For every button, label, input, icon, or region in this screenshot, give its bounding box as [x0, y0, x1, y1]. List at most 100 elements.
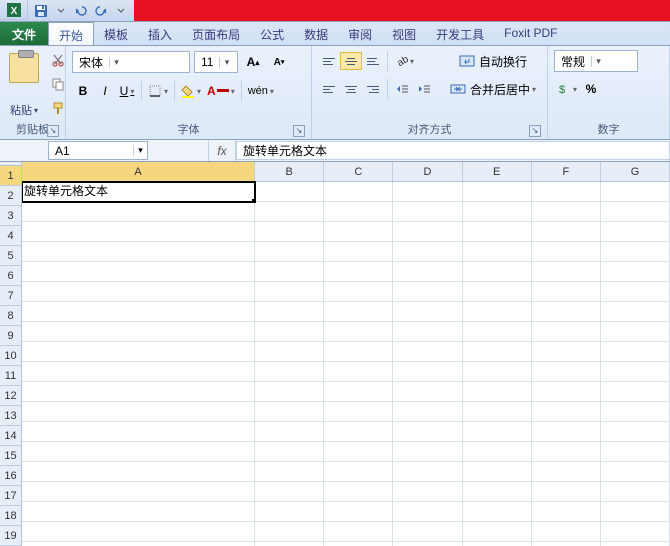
- column-header[interactable]: D: [393, 162, 462, 181]
- cell[interactable]: [22, 482, 255, 502]
- column-header[interactable]: E: [463, 162, 532, 181]
- cell[interactable]: [255, 542, 324, 546]
- tab-file[interactable]: 文件: [0, 22, 48, 45]
- cell[interactable]: [393, 222, 462, 242]
- cell[interactable]: [393, 282, 462, 302]
- cell[interactable]: [255, 202, 324, 222]
- tab-view[interactable]: 视图: [382, 22, 426, 45]
- paste-label[interactable]: 粘贴▾: [10, 102, 38, 118]
- cell[interactable]: [255, 322, 324, 342]
- copy-icon[interactable]: [48, 74, 68, 94]
- cell[interactable]: [463, 182, 532, 202]
- cell[interactable]: [393, 382, 462, 402]
- merge-center-button[interactable]: 合并后居中▾: [445, 78, 541, 100]
- cell[interactable]: [255, 242, 324, 262]
- cell[interactable]: [324, 502, 393, 522]
- column-header[interactable]: G: [601, 162, 670, 181]
- cell[interactable]: [532, 302, 601, 322]
- cell[interactable]: [463, 402, 532, 422]
- cell[interactable]: [22, 442, 255, 462]
- cell[interactable]: [532, 342, 601, 362]
- orientation-button[interactable]: ab▾: [391, 50, 417, 72]
- cell[interactable]: [601, 362, 670, 382]
- name-box[interactable]: A1▾: [48, 141, 148, 160]
- cell[interactable]: [393, 242, 462, 262]
- cell[interactable]: [22, 342, 255, 362]
- cells-area[interactable]: 旋转单元格文本: [22, 182, 670, 546]
- cell[interactable]: [324, 542, 393, 546]
- decrease-indent-icon[interactable]: [391, 78, 413, 100]
- formula-input[interactable]: 旋转单元格文本: [236, 141, 670, 160]
- cell[interactable]: [324, 202, 393, 222]
- cell[interactable]: [463, 202, 532, 222]
- tab-page-layout[interactable]: 页面布局: [182, 22, 250, 45]
- cell[interactable]: [463, 222, 532, 242]
- chevron-down-icon[interactable]: ▾: [109, 57, 123, 68]
- cell[interactable]: [393, 402, 462, 422]
- cell[interactable]: [324, 242, 393, 262]
- cell[interactable]: [532, 522, 601, 542]
- cell[interactable]: [324, 482, 393, 502]
- bold-button[interactable]: B: [72, 80, 94, 102]
- cell[interactable]: [324, 522, 393, 542]
- cell[interactable]: [532, 222, 601, 242]
- row-header[interactable]: 3: [0, 206, 21, 226]
- cell[interactable]: [22, 542, 255, 546]
- row-header[interactable]: 10: [0, 346, 21, 366]
- cell[interactable]: [601, 402, 670, 422]
- cell[interactable]: [255, 222, 324, 242]
- cell[interactable]: [393, 522, 462, 542]
- cell[interactable]: [255, 522, 324, 542]
- row-header[interactable]: 4: [0, 226, 21, 246]
- cell[interactable]: [601, 522, 670, 542]
- cell[interactable]: [255, 502, 324, 522]
- cell[interactable]: [324, 442, 393, 462]
- cell[interactable]: [393, 322, 462, 342]
- cell[interactable]: [601, 282, 670, 302]
- column-header[interactable]: B: [255, 162, 324, 181]
- tab-home[interactable]: 开始: [48, 22, 94, 45]
- column-header[interactable]: C: [324, 162, 393, 181]
- cell[interactable]: [22, 502, 255, 522]
- cell[interactable]: [393, 542, 462, 546]
- italic-button[interactable]: I: [94, 80, 116, 102]
- paste-button[interactable]: [6, 50, 42, 102]
- cell[interactable]: [463, 302, 532, 322]
- cell[interactable]: [22, 322, 255, 342]
- row-header[interactable]: 5: [0, 246, 21, 266]
- cell[interactable]: [255, 482, 324, 502]
- cell[interactable]: [601, 542, 670, 546]
- increase-indent-icon[interactable]: [413, 78, 435, 100]
- chevron-down-icon[interactable]: ▾: [591, 56, 605, 67]
- cell[interactable]: [463, 362, 532, 382]
- cell[interactable]: [393, 462, 462, 482]
- border-button[interactable]: ▾: [145, 80, 171, 102]
- chevron-down-icon[interactable]: ▾: [219, 57, 233, 68]
- align-center-icon[interactable]: [340, 80, 362, 98]
- row-header[interactable]: 19: [0, 526, 21, 546]
- cell[interactable]: [324, 322, 393, 342]
- fill-color-button[interactable]: ▾: [178, 80, 204, 102]
- cell[interactable]: [463, 322, 532, 342]
- wrap-text-button[interactable]: 自动换行: [445, 50, 541, 72]
- tab-data[interactable]: 数据: [294, 22, 338, 45]
- cell[interactable]: [255, 362, 324, 382]
- column-header[interactable]: F: [532, 162, 601, 181]
- cell[interactable]: [324, 302, 393, 322]
- cell[interactable]: [324, 402, 393, 422]
- cell[interactable]: [532, 362, 601, 382]
- font-name-combo[interactable]: 宋体▾: [72, 51, 190, 73]
- cell[interactable]: [255, 342, 324, 362]
- cell[interactable]: [601, 242, 670, 262]
- save-icon[interactable]: [32, 2, 50, 20]
- undo-icon[interactable]: [72, 2, 90, 20]
- cell[interactable]: [532, 382, 601, 402]
- column-header[interactable]: A: [22, 162, 255, 181]
- cell[interactable]: [393, 442, 462, 462]
- cell[interactable]: [532, 402, 601, 422]
- cell[interactable]: [532, 262, 601, 282]
- cell[interactable]: [324, 462, 393, 482]
- cell[interactable]: [255, 182, 324, 202]
- tab-template[interactable]: 模板: [94, 22, 138, 45]
- cell[interactable]: [393, 262, 462, 282]
